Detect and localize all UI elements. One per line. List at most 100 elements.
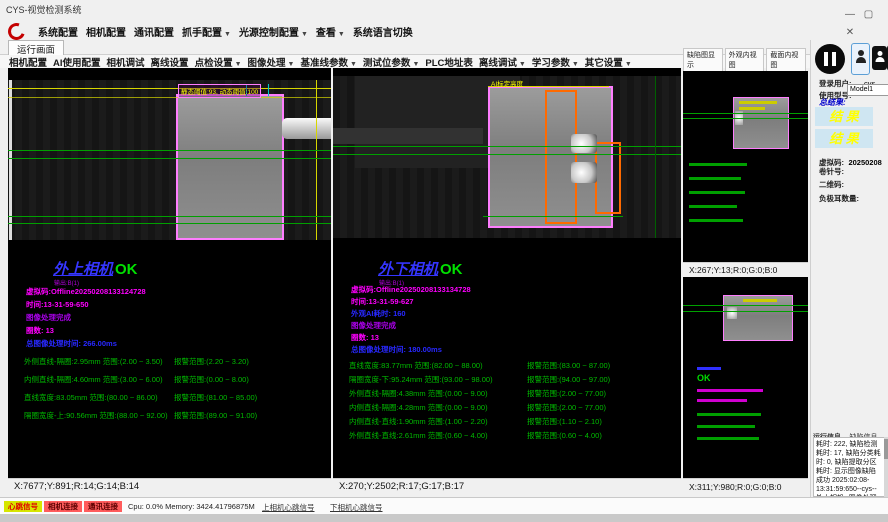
process-done: 图像处理完成 bbox=[26, 312, 71, 323]
minimize-button[interactable]: — bbox=[843, 9, 857, 20]
needle-label: 卷针号: bbox=[819, 166, 844, 177]
menu-light-config[interactable]: 光源控制配置▼ bbox=[235, 22, 312, 41]
ai-height-overlay-label: AI标定高度 bbox=[491, 78, 523, 88]
user-switch-button[interactable] bbox=[872, 46, 887, 70]
aux2-status-ok: OK bbox=[697, 373, 711, 383]
tool-learning-params[interactable]: 学习参数▼ bbox=[529, 55, 582, 69]
heartbeat-badge: 心跳信号 bbox=[4, 501, 42, 512]
tab-outer-inner-view[interactable]: 外观内视图 bbox=[725, 48, 765, 71]
product-region bbox=[176, 94, 284, 240]
log-scrollbar[interactable] bbox=[884, 437, 888, 497]
tool-offline-settings[interactable]: 离线设置 bbox=[148, 55, 192, 69]
menu-system-config[interactable]: 系统配置 bbox=[34, 22, 82, 41]
tool-offline-debug[interactable]: 离线调试▼ bbox=[476, 55, 529, 69]
camera-image-upper[interactable]: 静态阈值:93, 动态阈值:100 bbox=[8, 80, 331, 240]
tab-count-label: 负极耳数量: bbox=[819, 193, 859, 204]
measurement-row: 外侧直线-隔圈:2.95mm 范围:(2.00 ~ 3.50)报警范围:(2.2… bbox=[24, 356, 249, 367]
tab-blob bbox=[571, 134, 597, 153]
tool-camera-config[interactable]: 相机配置 bbox=[6, 55, 50, 69]
tool-testitem-params[interactable]: 测试位参数▼ bbox=[360, 55, 422, 69]
result-box-1: 结 果 bbox=[815, 107, 873, 126]
dropdown-arrow-icon: ▼ bbox=[519, 61, 526, 68]
measurement-row: 外侧直线-直线:2.61mm 范围:(0.60 ~ 4.00)报警范围:(0.6… bbox=[349, 430, 602, 441]
tool-camera-debug[interactable]: 相机调试 bbox=[104, 55, 148, 69]
tool-image-processing[interactable]: 图像处理▼ bbox=[245, 55, 298, 69]
dropdown-arrow-icon: ▼ bbox=[412, 61, 419, 68]
comm-link-badge: 通讯连接 bbox=[84, 501, 122, 512]
camera-view-lower[interactable]: AI标定高度 外下相机OK 输出:B(1) 虚拟码:Offline2025020… bbox=[333, 68, 681, 478]
dropdown-arrow-icon: ▼ bbox=[338, 31, 345, 38]
aux-view-2[interactable]: OK bbox=[683, 277, 808, 478]
dropdown-arrow-icon: ▼ bbox=[235, 61, 242, 68]
user-login-button[interactable] bbox=[851, 43, 870, 75]
tab-blob bbox=[571, 162, 597, 183]
camera-title: 外下相机OK bbox=[378, 258, 463, 279]
menu-camera-config[interactable]: 相机配置 bbox=[82, 22, 130, 41]
tool-other-settings[interactable]: 其它设置▼ bbox=[582, 55, 635, 69]
dropdown-arrow-icon: ▼ bbox=[572, 61, 579, 68]
dropdown-arrow-icon: ▼ bbox=[301, 31, 308, 38]
log-panel[interactable]: 耗时: 222, 缺陷检测耗时: 17, 缺陷分类耗时: 0, 缺陷提取分区耗时… bbox=[813, 437, 885, 497]
tool-plc-address-table[interactable]: PLC地址表 bbox=[422, 55, 476, 69]
menu-comm-config[interactable]: 通讯配置 bbox=[130, 22, 178, 41]
measurement-row: 直线宽度:83.05mm 范围:(80.00 ~ 86.00)报警范围:(81.… bbox=[24, 392, 257, 403]
vcode-value: 20250208 bbox=[848, 158, 881, 167]
measurement-row: 隔圈宽度-上:90.56mm 范围:(88.00 ~ 92.00)报警范围:(8… bbox=[24, 410, 257, 421]
dropdown-arrow-icon: ▼ bbox=[288, 61, 295, 68]
tab-blob bbox=[727, 307, 737, 319]
menu-view[interactable]: 查看▼ bbox=[312, 22, 349, 41]
menu-gripper-config[interactable]: 抓手配置▼ bbox=[178, 22, 235, 41]
result-box-2: 结 果 bbox=[815, 129, 873, 148]
measurement-row: 内侧直线-隔圈:4.60mm 范围:(3.00 ~ 6.00)报警范围:(0.0… bbox=[24, 374, 249, 385]
window-title: CYS-视觉检测系统 bbox=[6, 3, 82, 16]
ai-detect-box bbox=[545, 90, 577, 224]
log-text: 耗时: 222, 缺陷检测耗时: 17, 缺陷分类耗时: 0, 缺陷提取分区耗时… bbox=[814, 438, 884, 497]
loop-count: 圈数: 13 bbox=[351, 332, 379, 343]
cpu-memory-text: Cpu: 0.0% Memory: 3424.41796875M bbox=[128, 502, 255, 511]
camera-link-badge: 相机连接 bbox=[44, 501, 82, 512]
pause-button[interactable] bbox=[815, 44, 845, 74]
window-bottom-edge bbox=[0, 514, 888, 522]
maximize-button[interactable]: ▢ bbox=[861, 9, 875, 20]
qr-label: 二维码: bbox=[819, 179, 844, 190]
status-ok: OK bbox=[440, 261, 463, 278]
aux1-coords: X:267;Y:13;R:0;G:0;B:0 bbox=[683, 262, 808, 277]
model-input[interactable]: Model1 bbox=[847, 84, 888, 96]
tool-baseline-params[interactable]: 基准线参数▼ bbox=[297, 55, 359, 69]
dropdown-arrow-icon: ▼ bbox=[224, 31, 231, 38]
measurement-row: 隔圈宽度-下:95.24mm 范围:(93.00 ~ 98.00)报警范围:(9… bbox=[349, 374, 610, 385]
menu-bar: 系统配置 相机配置 通讯配置 抓手配置▼ 光源控制配置▼ 查看▼ 系统语言切换 bbox=[0, 22, 888, 40]
measurement-row: 直线宽度:83.77mm 范围:(82.00 ~ 88.00)报警范围:(83.… bbox=[349, 360, 610, 371]
upper-cam-heartbeat: 上相机心跳信号 bbox=[262, 502, 315, 513]
tool-spotcheck-settings[interactable]: 点检设置▼ bbox=[192, 55, 245, 69]
threshold-overlay-label: 静态阈值:93, 动态阈值:100 bbox=[178, 84, 261, 98]
cursor-coords-lower: X:270;Y:2502;R:17;G:17;B:17 bbox=[333, 478, 681, 495]
capture-time: 时间:13-31-59-627 bbox=[351, 296, 414, 307]
ai-detect-box bbox=[595, 142, 621, 214]
title-bar: CYS-视觉检测系统 — ▢ ✕ bbox=[0, 0, 888, 22]
virtual-code: 虚拟码:Offline20250208133124728 bbox=[26, 286, 146, 297]
camera-title: 外上相机OK bbox=[53, 258, 138, 279]
measurement-row: 外侧直线-隔圈:4.38mm 范围:(0.00 ~ 9.00)报警范围:(2.0… bbox=[349, 388, 606, 399]
capture-time: 时间:13-31-59-650 bbox=[26, 299, 89, 310]
ai-time: 外观AI耗时: 160 bbox=[351, 308, 406, 319]
scrollbar-thumb[interactable] bbox=[884, 439, 888, 459]
process-done: 图像处理完成 bbox=[351, 320, 396, 331]
aux-tab-row: 缺陷图显示 外观内视图 截面内视图 bbox=[683, 56, 808, 71]
measurement-row: 内侧直线-直线:1.90mm 范围:(1.00 ~ 2.20)报警范围:(1.1… bbox=[349, 416, 602, 427]
camera-image-lower[interactable]: AI标定高度 bbox=[333, 76, 681, 238]
virtual-code: 虚拟码:Offline20250208133134728 bbox=[351, 284, 471, 295]
tool-ai-usage-config[interactable]: AI使用配置 bbox=[50, 55, 104, 69]
aux-view-1[interactable] bbox=[683, 71, 808, 262]
tab-section-inner-view[interactable]: 截面内视图 bbox=[766, 48, 806, 71]
measurement-row: 内侧直线-隔圈:4.28mm 范围:(0.00 ~ 9.00)报警范围:(2.0… bbox=[349, 402, 606, 413]
dropdown-arrow-icon: ▼ bbox=[625, 61, 632, 68]
status-bar: 心跳信号 相机连接 通讯连接 Cpu: 0.0% Memory: 3424.41… bbox=[0, 497, 888, 515]
tab-defect-display[interactable]: 缺陷图显示 bbox=[683, 48, 723, 71]
aux2-coords: X:311;Y:980;R:0;G:0;B:0 bbox=[683, 478, 808, 495]
total-process-time: 总图像处理时间: 180.00ms bbox=[351, 344, 442, 355]
status-ok: OK bbox=[115, 261, 138, 278]
total-process-time: 总图像处理时间: 266.00ms bbox=[26, 338, 117, 349]
camera-view-upper[interactable]: 静态阈值:93, 动态阈值:100 外上相机OK 输出:B(1) 虚拟码:Off… bbox=[8, 68, 331, 478]
menu-language-switch[interactable]: 系统语言切换 bbox=[349, 22, 417, 41]
